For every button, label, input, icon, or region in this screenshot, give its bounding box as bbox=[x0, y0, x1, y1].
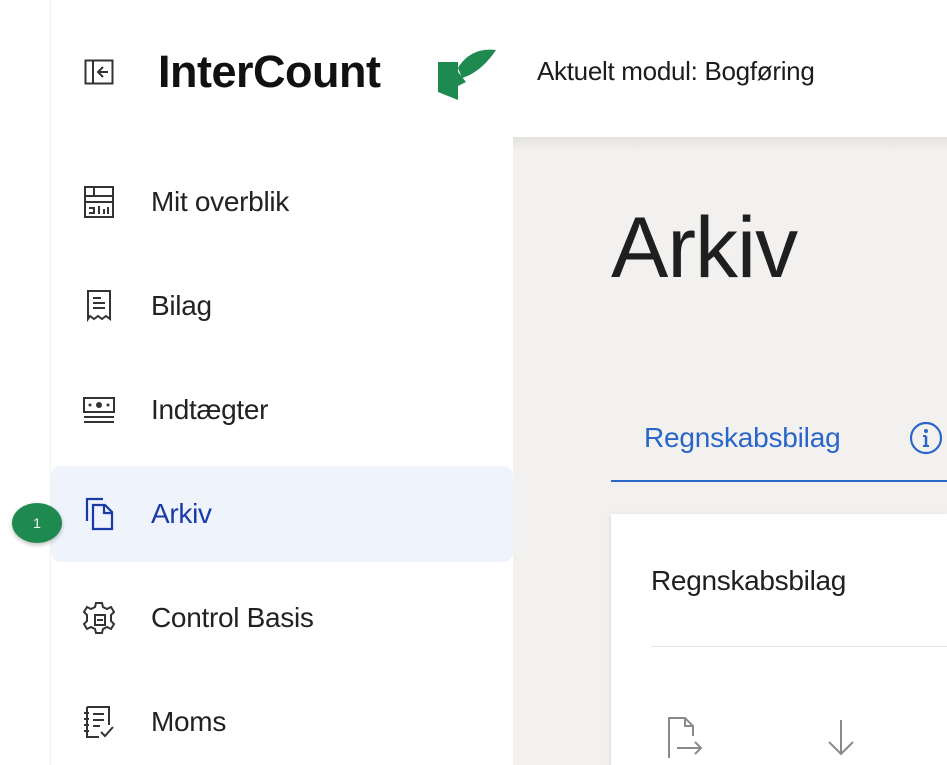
archive-copy-icon bbox=[81, 496, 117, 532]
step-marker-badge: 1 bbox=[12, 503, 62, 543]
sidebar-item-label: Indtægter bbox=[151, 394, 269, 425]
sidebar-collapse-icon[interactable] bbox=[84, 57, 114, 87]
sidebar-item-label: Bilag bbox=[151, 290, 212, 321]
sidebar-item-label: Control Basis bbox=[151, 602, 314, 633]
sidebar-item-label: Arkiv bbox=[151, 498, 212, 529]
brand-name: InterCount bbox=[158, 46, 381, 97]
sidebar-item-moms[interactable]: Moms bbox=[51, 674, 513, 765]
download-icon[interactable] bbox=[819, 714, 863, 764]
card-title: Regnskabsbilag bbox=[651, 565, 847, 596]
card-divider bbox=[651, 646, 947, 647]
intercount-leaf-logo bbox=[436, 48, 498, 102]
active-tab-indicator bbox=[611, 480, 947, 482]
page-title: Arkiv bbox=[611, 200, 798, 296]
sidebar-item-label: Moms bbox=[151, 706, 227, 737]
sidebar-item-bilag[interactable]: Bilag bbox=[51, 258, 513, 354]
settings-gear-icon bbox=[81, 600, 117, 636]
vat-list-icon bbox=[81, 704, 117, 740]
info-icon[interactable] bbox=[908, 420, 944, 456]
income-icon bbox=[81, 392, 117, 428]
receipt-icon bbox=[81, 288, 117, 324]
sidebar-item-arkiv[interactable]: Arkiv bbox=[51, 466, 513, 562]
left-gutter bbox=[0, 0, 50, 765]
main-content: Arkiv Regnskabsbilag Regnskabsbilag bbox=[513, 137, 947, 765]
app-header: InterCount Aktuelt modul: Bogføring bbox=[51, 0, 947, 140]
current-module-label: Aktuelt modul: Bogføring bbox=[537, 56, 815, 86]
sidebar-item-label: Mit overblik bbox=[151, 186, 289, 217]
sidebar-item-mit-overblik[interactable]: Mit overblik bbox=[51, 154, 513, 250]
step-marker-number: 1 bbox=[33, 515, 41, 531]
sidebar-item-control-basis[interactable]: Control Basis bbox=[51, 570, 513, 666]
sidebar: Mit overblik Bilag Indtægter Arkiv Contr… bbox=[51, 140, 513, 765]
tab-regnskabsbilag[interactable]: Regnskabsbilag bbox=[644, 422, 841, 454]
export-file-icon[interactable] bbox=[663, 714, 707, 764]
top-shadow bbox=[513, 137, 947, 151]
dashboard-icon bbox=[81, 184, 117, 220]
sidebar-item-indtaegter[interactable]: Indtægter bbox=[51, 362, 513, 458]
regnskabsbilag-card: Regnskabsbilag bbox=[611, 514, 947, 765]
